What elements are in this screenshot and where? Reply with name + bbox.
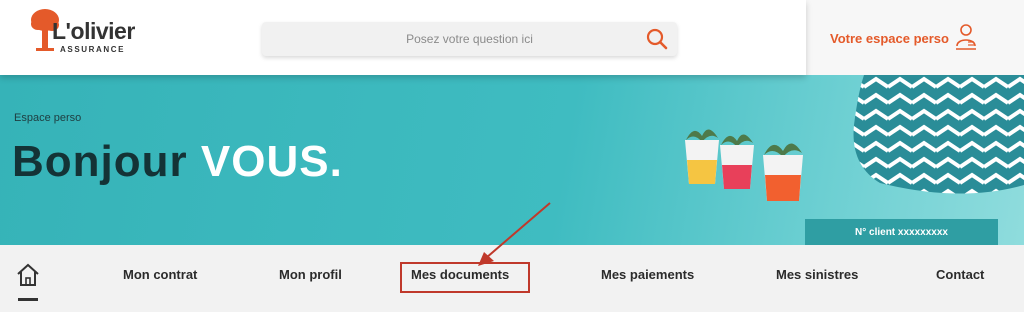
main-nav: Mon contrat Mon profil Mes documents Mes… — [0, 245, 1024, 312]
pillow-illustration — [853, 75, 1024, 194]
nav-home[interactable] — [14, 261, 42, 305]
logo-subtitle: ASSURANCE — [60, 45, 126, 54]
user-icon — [956, 24, 976, 50]
home-icon — [17, 263, 39, 286]
hero-banner: Espace perso Bonjour VOUS. N° client xxx… — [0, 75, 1024, 245]
plant-pot-pink-illustration — [720, 134, 754, 189]
logo-text: L'olivier — [52, 18, 135, 44]
nav-item-mes-sinistres[interactable]: Mes sinistres — [776, 267, 858, 282]
client-number-text: N° client xxxxxxxxx — [855, 226, 948, 238]
account-button-label: Votre espace perso — [830, 31, 949, 46]
nav-item-mon-profil[interactable]: Mon profil — [279, 267, 342, 282]
plant-pot-orange-illustration — [763, 143, 803, 201]
greeting-name: VOUS. — [200, 137, 343, 186]
nav-item-contact[interactable]: Contact — [936, 267, 984, 282]
nav-item-mon-contrat[interactable]: Mon contrat — [123, 267, 197, 282]
greeting-text: Bonjour — [12, 137, 188, 186]
header-main: L'olivier ASSURANCE Posez votre question… — [0, 0, 806, 75]
client-number-badge: N° client xxxxxxxxx — [805, 219, 998, 245]
nav-item-mes-paiements[interactable]: Mes paiements — [601, 267, 694, 282]
annotation-highlight-box — [400, 262, 530, 293]
top-header: L'olivier ASSURANCE Posez votre question… — [0, 0, 1024, 77]
hero-tag: Espace perso — [14, 112, 82, 124]
home-active-indicator — [18, 298, 38, 301]
search-icon[interactable] — [645, 27, 669, 51]
account-button[interactable]: Votre espace perso — [806, 0, 1024, 75]
search-input[interactable]: Posez votre question ici — [406, 32, 533, 46]
logo[interactable]: L'olivier ASSURANCE — [30, 8, 140, 60]
search-bar[interactable]: Posez votre question ici — [262, 22, 677, 56]
hero-greeting: Bonjour VOUS. — [12, 137, 343, 187]
